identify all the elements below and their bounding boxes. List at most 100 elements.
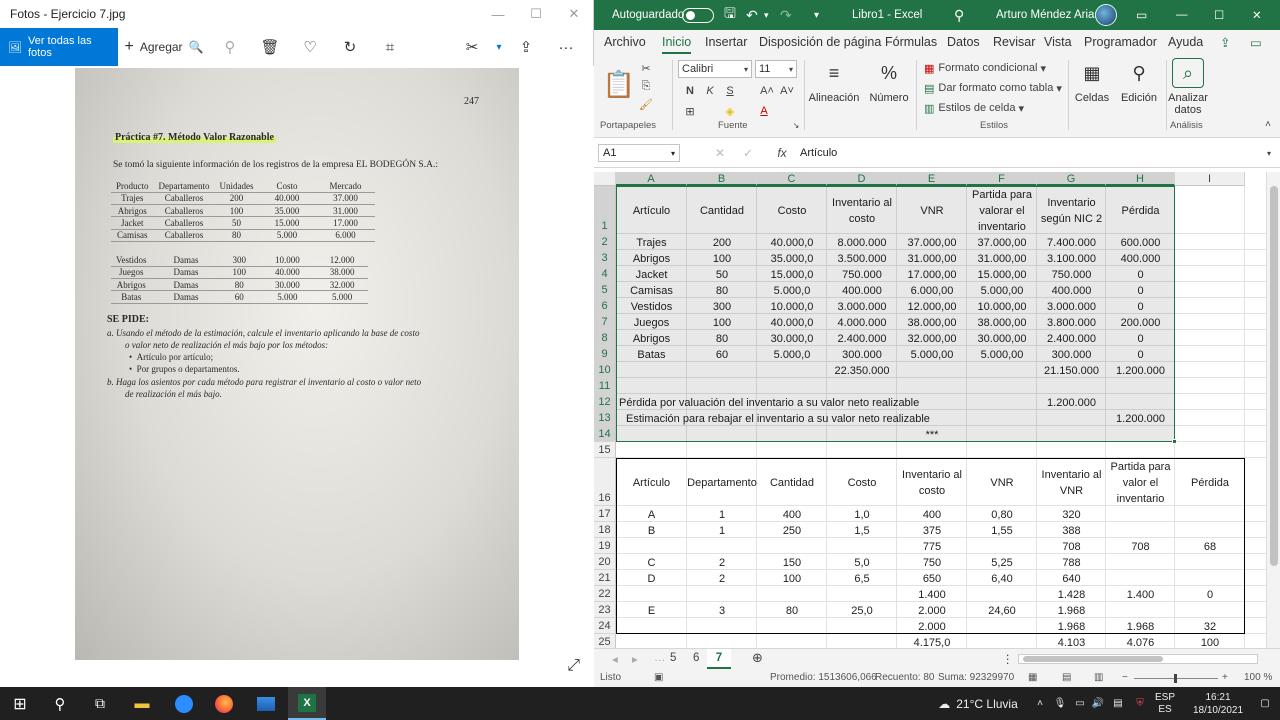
share-icon[interactable]: ⇪	[506, 28, 546, 66]
borders-icon[interactable]: ⊞	[682, 102, 698, 120]
tab-revisar[interactable]: Revisar	[993, 35, 1035, 49]
row-header-2[interactable]: 2	[594, 234, 616, 250]
row-header-4[interactable]: 4	[594, 266, 616, 282]
cell-A7[interactable]: Juegos	[616, 314, 687, 330]
undo-icon[interactable]: ↶	[746, 0, 758, 30]
cell-E4[interactable]: 17.000,00	[897, 266, 967, 282]
notifications-icon[interactable]: ▢	[1254, 687, 1276, 720]
expand-icon[interactable]: ⤢	[567, 657, 580, 675]
tab-programador[interactable]: Programador	[1084, 35, 1157, 49]
alignment-button[interactable]: ≡ Alineación	[808, 58, 860, 105]
cell-E9[interactable]: 5.000,00	[897, 346, 967, 362]
row-header-6[interactable]: 6	[594, 298, 616, 314]
collapse-ribbon-icon[interactable]: ˄	[1262, 118, 1274, 130]
cell-B23[interactable]: 3	[687, 602, 757, 618]
cell-F20[interactable]: 5,25	[967, 554, 1037, 570]
cell-A2[interactable]: Trajes	[616, 234, 687, 250]
cell-C4[interactable]: 15.000,0	[757, 266, 827, 282]
cell-E22[interactable]: 1.400	[897, 586, 967, 602]
cell-E1[interactable]: VNR	[897, 186, 967, 234]
cell-H7[interactable]: 200.000	[1106, 314, 1175, 330]
tab-vista[interactable]: Vista	[1044, 35, 1072, 49]
cell-G16[interactable]: Inventario al VNR	[1037, 458, 1106, 506]
cell-H5[interactable]: 0	[1106, 282, 1175, 298]
row-header-24[interactable]: 24	[594, 618, 616, 634]
cell-E24[interactable]: 2.000	[897, 618, 967, 634]
ribbon-display-icon[interactable]: ▭	[1136, 0, 1147, 30]
cell-E3[interactable]: 31.000,00	[897, 250, 967, 266]
sheet-tab[interactable]: 6	[693, 652, 699, 664]
zoom-in-icon[interactable]: +	[1222, 672, 1228, 683]
cell-G5[interactable]: 400.000	[1037, 282, 1106, 298]
cell-D1[interactable]: Inventario al costo	[827, 186, 897, 234]
row-header-10[interactable]: 10	[594, 362, 616, 378]
cell-I24[interactable]: 32	[1175, 618, 1245, 634]
column-header-A[interactable]: A	[616, 172, 687, 186]
search-icon[interactable]: ⚲	[42, 687, 78, 720]
vpn-icon[interactable]: ▤	[1110, 687, 1126, 720]
cell-G12[interactable]: 1.200.000	[1037, 394, 1106, 410]
vertical-scrollbar[interactable]	[1266, 172, 1280, 648]
cell-F3[interactable]: 31.000,00	[967, 250, 1037, 266]
cell-A4[interactable]: Jacket	[616, 266, 687, 282]
cell-C8[interactable]: 30.000,0	[757, 330, 827, 346]
cell-B16[interactable]: Departamento	[687, 458, 757, 506]
cell-I25[interactable]: 100	[1175, 634, 1245, 648]
cell-B21[interactable]: 2	[687, 570, 757, 586]
cell-D21[interactable]: 6,5	[827, 570, 897, 586]
cell-F17[interactable]: 0,80	[967, 506, 1037, 522]
grow-font-icon[interactable]: A˄	[758, 82, 776, 100]
cell-D6[interactable]: 3.000.000	[827, 298, 897, 314]
cancel-icon[interactable]: ✕	[712, 145, 728, 161]
cell-H13[interactable]: 1.200.000	[1106, 410, 1175, 426]
cell-F2[interactable]: 37.000,00	[967, 234, 1037, 250]
editing-button[interactable]: ⚲ Edición	[1116, 58, 1162, 105]
column-header-F[interactable]: F	[967, 172, 1037, 186]
cell-H16[interactable]: Partida para valor el inventario	[1106, 458, 1175, 506]
column-header-H[interactable]: H	[1106, 172, 1175, 186]
cell-C18[interactable]: 250	[757, 522, 827, 538]
shrink-font-icon[interactable]: A˅	[778, 82, 796, 100]
firefox-icon[interactable]	[206, 687, 242, 720]
cell-H25[interactable]: 4.076	[1106, 634, 1175, 648]
redo-icon[interactable]: ↷	[780, 0, 792, 30]
cell-B20[interactable]: 2	[687, 554, 757, 570]
number-button[interactable]: % Número	[866, 58, 912, 105]
cell-G25[interactable]: 4.103	[1037, 634, 1106, 648]
cell-B2[interactable]: 200	[687, 234, 757, 250]
font-dialog-launcher-icon[interactable]: ↘	[791, 120, 801, 130]
autosave-toggle[interactable]	[682, 7, 714, 23]
column-header-I[interactable]: I	[1175, 172, 1245, 186]
row-header-22[interactable]: 22	[594, 586, 616, 602]
cell-I22[interactable]: 0	[1175, 586, 1245, 602]
cell-E2[interactable]: 37.000,00	[897, 234, 967, 250]
cell-G9[interactable]: 300.000	[1037, 346, 1106, 362]
cell-E8[interactable]: 32.000,00	[897, 330, 967, 346]
copy-icon[interactable]: ⎘	[638, 78, 654, 94]
add-button[interactable]: + Agregar 🔍	[118, 28, 210, 66]
row-header-12[interactable]: 12	[594, 394, 616, 410]
prev-sheet-icon[interactable]: ◂	[612, 652, 618, 666]
excel-app-icon[interactable]: X	[288, 687, 326, 720]
format-as-table-button[interactable]: ▤ Dar formato como tabla ▾	[924, 80, 1062, 96]
cell-F18[interactable]: 1,55	[967, 522, 1037, 538]
cell-H2[interactable]: 600.000	[1106, 234, 1175, 250]
cell-C2[interactable]: 40.000,0	[757, 234, 827, 250]
cell-G7[interactable]: 3.800.000	[1037, 314, 1106, 330]
row-header-21[interactable]: 21	[594, 570, 616, 586]
row-header-17[interactable]: 17	[594, 506, 616, 522]
row-header-1[interactable]: 1	[594, 186, 616, 234]
delete-icon[interactable]: 🗑	[250, 28, 290, 66]
customize-qat-icon[interactable]: ▾	[814, 0, 819, 30]
cell-H4[interactable]: 0	[1106, 266, 1175, 282]
cell-H22[interactable]: 1.400	[1106, 586, 1175, 602]
cell-D23[interactable]: 25,0	[827, 602, 897, 618]
formula-input[interactable]: Artículo	[800, 144, 1276, 162]
cell-A18[interactable]: B	[616, 522, 687, 538]
cell-G19[interactable]: 708	[1037, 538, 1106, 554]
language-indicator[interactable]: ESP ES	[1150, 687, 1180, 720]
enter-icon[interactable]: ✓	[740, 145, 756, 161]
row-header-19[interactable]: 19	[594, 538, 616, 554]
cell-F8[interactable]: 30.000,00	[967, 330, 1037, 346]
task-view-icon[interactable]: ⧉	[82, 687, 118, 720]
